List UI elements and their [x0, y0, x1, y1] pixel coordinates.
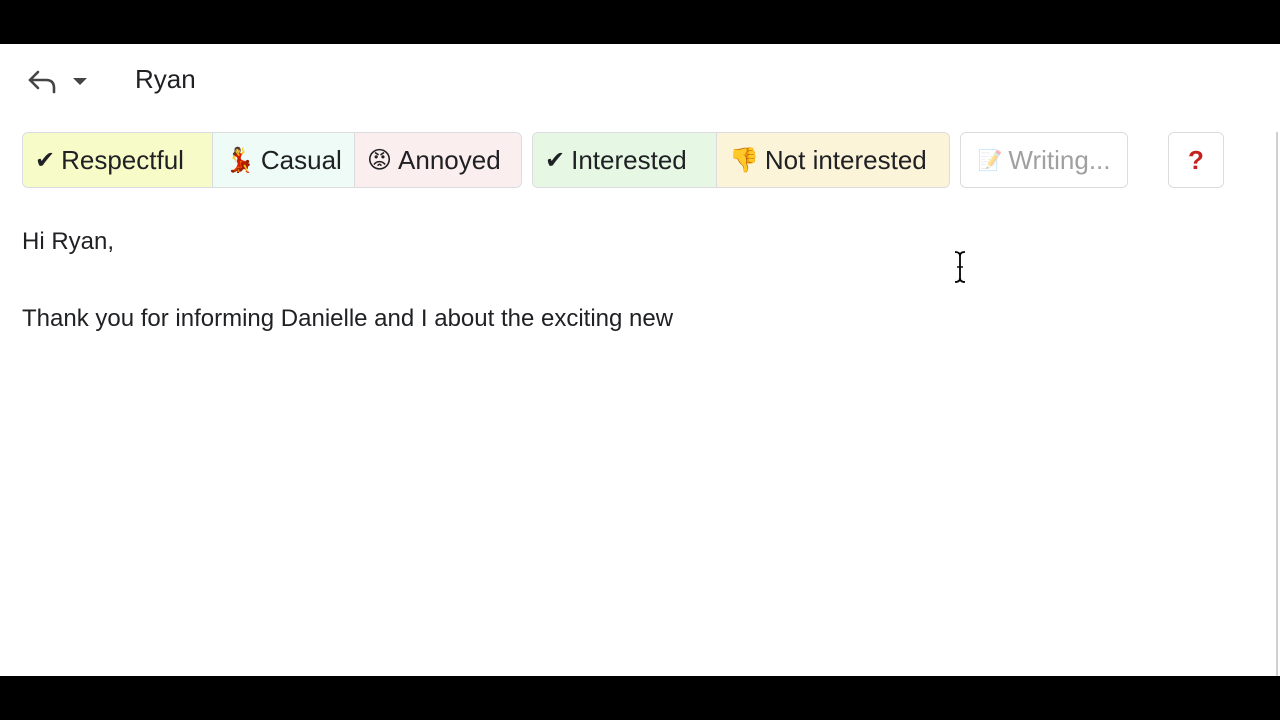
recipient-name[interactable]: Ryan: [135, 64, 196, 95]
thumbs-down-icon: 👎: [729, 146, 759, 174]
tone-chip-group: ✔ Respectful 💃 Casual 😡 Annoyed: [22, 132, 522, 188]
angry-face-icon: 😡: [367, 146, 393, 174]
chip-label: Interested: [571, 144, 687, 175]
chip-label: Respectful: [61, 144, 184, 175]
tone-casual-chip[interactable]: 💃 Casual: [213, 133, 355, 187]
dancer-icon: 💃: [225, 146, 255, 174]
chevron-down-icon[interactable]: [70, 74, 90, 88]
text-cursor-icon: [954, 251, 966, 283]
chip-label: Annoyed: [398, 144, 501, 175]
compose-header: Ryan: [0, 44, 1280, 118]
interest-chip-group: ✔ Interested 👎 Not interested: [532, 132, 950, 188]
greeting-line: Hi Ryan,: [22, 228, 115, 255]
letterbox-top: [0, 0, 1280, 44]
interested-chip[interactable]: ✔ Interested: [533, 133, 717, 187]
not-interested-chip[interactable]: 👎 Not interested: [717, 133, 949, 187]
chip-label: Not interested: [764, 144, 927, 175]
body-paragraph: Thank you for informing Danielle and I a…: [22, 305, 674, 332]
tone-annoyed-chip[interactable]: 😡 Annoyed: [355, 133, 521, 187]
writing-status-button: 📝 Writing...: [960, 132, 1128, 188]
reply-icon[interactable]: [26, 66, 58, 96]
memo-icon: 📝: [977, 148, 1003, 172]
help-button[interactable]: ?: [1168, 132, 1224, 188]
email-body-editor[interactable]: Hi Ryan, Thank you for informing Daniell…: [22, 224, 1222, 378]
tone-respectful-chip[interactable]: ✔ Respectful: [23, 133, 213, 187]
chip-label: Casual: [260, 144, 342, 175]
letterbox-bottom: [0, 676, 1280, 720]
check-icon: ✔: [35, 146, 56, 174]
scrollbar[interactable]: [1276, 132, 1278, 676]
check-icon: ✔: [545, 146, 566, 174]
email-compose-window: Ryan ✔ Respectful 💃 Casual 😡 Annoyed ✔ I…: [0, 44, 1280, 676]
writing-label: Writing...: [1008, 144, 1111, 175]
